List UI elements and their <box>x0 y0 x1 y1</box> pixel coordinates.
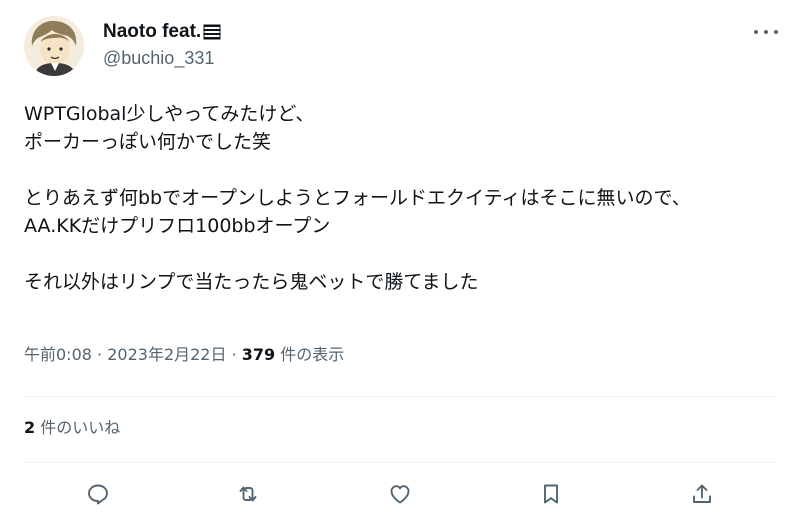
more-dot <box>774 30 778 34</box>
divider <box>24 462 776 463</box>
more-dot <box>764 30 768 34</box>
likes-link[interactable]: 2 件のいいね <box>24 417 120 439</box>
likes-label: 件のいいね <box>40 418 121 437</box>
likes-count: 2 <box>24 418 36 437</box>
tweet-date[interactable]: 2023年2月22日 <box>107 345 226 364</box>
tweet-text: WPTGlobal少しやってみたけど、 ポーカーっぽい何かでした笑 とりあえず何… <box>24 103 691 293</box>
user-handle[interactable]: @buchio_331 <box>103 47 221 69</box>
share-icon <box>693 484 711 503</box>
meta-separator: · <box>97 345 103 364</box>
action-bar <box>0 479 800 509</box>
retweet-button[interactable] <box>233 479 263 509</box>
flag-emoji-icon <box>203 24 221 40</box>
views-label: 件の表示 <box>280 345 345 364</box>
display-name[interactable]: Naoto feat. <box>103 20 221 44</box>
tweet-time[interactable]: 午前0:08 <box>24 345 92 364</box>
tweet-meta: 午前0:08 · 2023年2月22日 · 379 件の表示 <box>24 344 344 366</box>
reply-icon <box>88 484 108 505</box>
display-name-text[interactable]: Naoto feat. <box>103 20 201 44</box>
more-dot <box>754 30 758 34</box>
retweet-icon <box>239 486 257 502</box>
share-button[interactable] <box>687 479 717 509</box>
avatar[interactable] <box>24 16 84 76</box>
reply-button[interactable] <box>83 479 113 509</box>
like-icon <box>390 485 410 504</box>
views-count: 379 <box>241 345 276 364</box>
bookmark-button[interactable] <box>536 479 566 509</box>
divider <box>24 396 776 397</box>
more-icon[interactable] <box>754 22 778 42</box>
meta-separator: · <box>231 345 237 364</box>
bookmark-icon <box>544 484 558 504</box>
like-button[interactable] <box>385 479 415 509</box>
